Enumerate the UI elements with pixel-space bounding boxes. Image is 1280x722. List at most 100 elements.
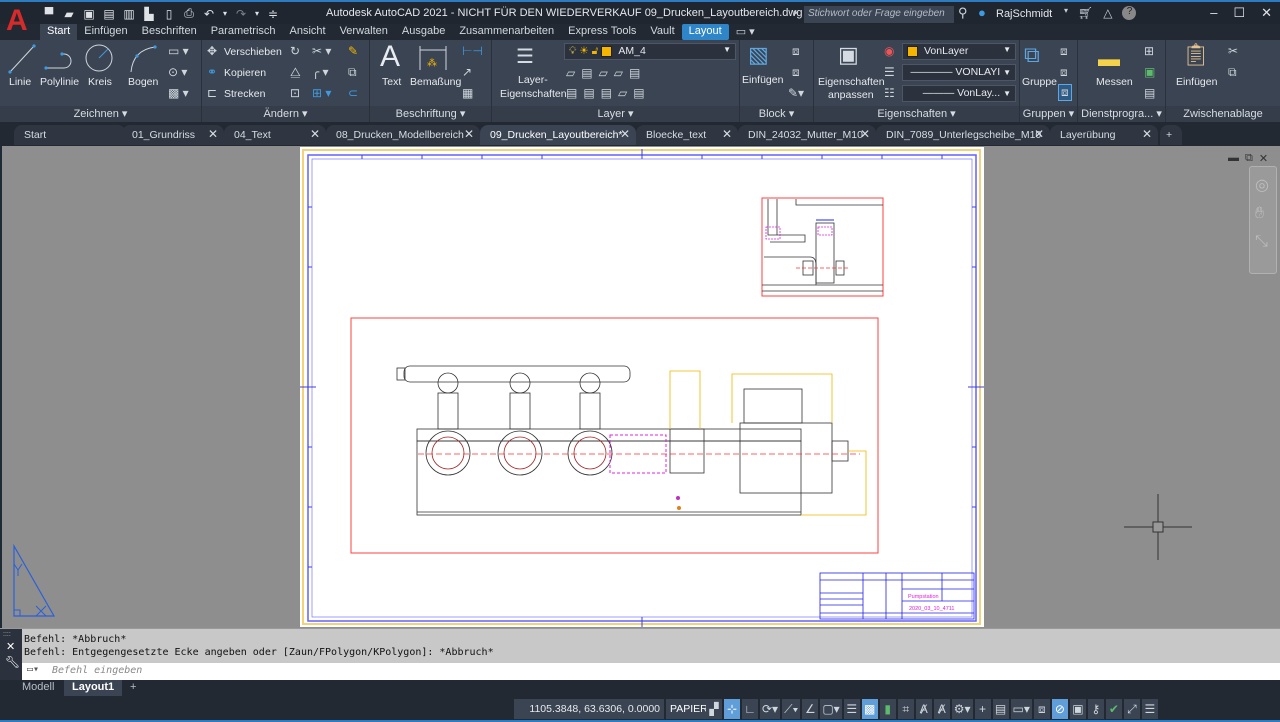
object-snap-icon[interactable]: ▢▾ — [820, 699, 842, 719]
doc-tab[interactable]: 04_Text ✕ — [224, 125, 326, 145]
save-icon[interactable]: ▤ — [102, 7, 116, 21]
select-all-icon[interactable]: ▣ — [1144, 65, 1155, 79]
doc-tab[interactable]: Bloecke_text ✕ — [636, 125, 738, 145]
space-toggle[interactable]: PAPIER — [666, 699, 712, 719]
units-icon[interactable]: ▣ — [1069, 699, 1086, 719]
selection-cycling-icon[interactable]: ▮ — [879, 699, 896, 719]
layer-dropdown[interactable]: 💡︎ ☀ 🔓︎ AM_4 ▼ — [564, 43, 736, 60]
panel-title-beschriftung[interactable]: Beschriftung ▾ — [370, 106, 491, 122]
hatch-icon[interactable]: ▩ ▾ — [168, 86, 189, 100]
linear-dim-icon[interactable]: ⊢⊣ — [462, 44, 483, 58]
block-einfuegen-button[interactable]: Einfügen — [742, 74, 783, 86]
object-snap-tracking-icon[interactable]: ∠ — [802, 699, 819, 719]
panel-title-dienstprogramme[interactable]: Dienstprogra... ▾ — [1078, 106, 1165, 122]
model-space-icon[interactable]: ▞ — [706, 699, 722, 719]
plot-preview-icon[interactable]: ▙ — [142, 7, 156, 21]
close-icon[interactable]: ✕ — [1261, 5, 1272, 21]
autodesk-app-icon[interactable]: △ — [1103, 6, 1112, 20]
kopieren-button[interactable]: Kopieren — [224, 67, 266, 79]
customize-qat-icon[interactable]: ≑ — [266, 7, 280, 21]
grip-icon[interactable]: :::: — [0, 629, 22, 640]
group-selection-icon[interactable]: ⧈ — [1058, 84, 1072, 101]
lock-ui-icon[interactable]: ▭▾ — [1010, 699, 1032, 719]
tab-layout1[interactable]: Layout1 — [64, 680, 123, 696]
polar-icon[interactable]: ⟳▾ — [760, 699, 781, 719]
group-edit-icon[interactable]: ⧈ — [1060, 65, 1068, 80]
snap-icon[interactable]: ⊹ — [724, 699, 740, 719]
steering-wheel-icon[interactable]: ◎ — [1255, 175, 1269, 195]
doc-tab[interactable]: 01_Grundriss ✕ — [122, 125, 224, 145]
cart-icon[interactable]: 🛒︎ — [1078, 6, 1093, 20]
offset-icon[interactable]: ⊂ — [348, 86, 358, 100]
auto-scale-icon[interactable]: Ⱥ — [933, 699, 950, 719]
close-tab-icon[interactable]: ✕ — [464, 127, 474, 141]
panel-title-block[interactable]: Block ▾ — [740, 106, 813, 122]
search-expand-icon[interactable]: ▸ — [794, 7, 799, 18]
match-properties-button[interactable]: Eigenschaften — [818, 76, 885, 88]
viewport-restore-icon[interactable]: ⧉ — [1245, 152, 1253, 165]
saveas-web-icon[interactable]: ▣ — [82, 7, 96, 21]
color-dropdown[interactable]: VonLayer ▼ — [902, 43, 1016, 60]
command-line-handle[interactable]: :::: ✕ 🔧︎ — [0, 629, 22, 681]
annotation-scale-icon[interactable]: + — [974, 699, 991, 719]
maximize-icon[interactable]: ☐ — [1233, 5, 1245, 21]
rotate-icon[interactable]: ↻ — [290, 44, 300, 58]
clean-screen-check-icon[interactable]: ✔ — [1105, 699, 1122, 719]
redo-icon[interactable]: ↷ — [234, 7, 248, 21]
trim-icon[interactable]: ✂ ▾ — [312, 44, 331, 58]
doc-tab[interactable]: DIN_7089_Unterlegscheibe_M10 ✕ — [876, 125, 1050, 145]
doc-tab[interactable]: DIN_24032_Mutter_M10 ✕ — [738, 125, 876, 145]
print-icon[interactable]: ⎙ — [182, 6, 196, 21]
tab-start[interactable]: Start — [40, 24, 78, 40]
new-tab-button[interactable]: + — [1160, 125, 1182, 145]
linie-button[interactable]: Linie — [9, 76, 31, 88]
ortho-icon[interactable]: ∟ — [742, 699, 758, 719]
copy-clip-icon[interactable]: ⧉ — [1228, 65, 1237, 80]
pan-hand-icon[interactable]: ✋︎ — [1255, 205, 1264, 223]
recent-commands-icon[interactable]: ▭▾ — [27, 664, 39, 675]
tab-express-tools[interactable]: Express Tools — [561, 24, 643, 40]
new-icon[interactable]: ▀ — [42, 7, 56, 21]
scale-icon[interactable]: ⊡ — [290, 86, 300, 100]
messen-button[interactable]: Messen — [1096, 76, 1133, 88]
annotation-visibility-icon[interactable]: Ⱥ — [915, 699, 932, 719]
cut-icon[interactable]: ✂ — [1228, 44, 1238, 58]
minimize-icon[interactable]: ‒ — [1210, 5, 1217, 21]
redo-dropdown-icon[interactable]: ▾ — [254, 9, 260, 18]
autocad-logo[interactable]: A — [6, 6, 32, 36]
zoom-extents-icon[interactable]: ⤡ — [1255, 233, 1268, 251]
tab-ausgabe[interactable]: Ausgabe — [395, 24, 452, 40]
doc-tab[interactable]: Layerübung ✕ — [1050, 125, 1158, 145]
attribute-icon[interactable]: ✎▾ — [788, 86, 804, 100]
close-tab-icon[interactable]: ✕ — [620, 127, 630, 141]
verschieben-button[interactable]: Verschieben — [224, 46, 282, 58]
mirror-icon[interactable]: ⧋ — [290, 65, 301, 80]
doc-tab-active[interactable]: 09_Drucken_Layoutbereich* ✕ — [480, 125, 636, 145]
table-icon[interactable]: ▦ — [462, 86, 473, 100]
layer-tools-row1[interactable]: ▱▤▱▱▤ — [566, 66, 646, 80]
saveas-icon[interactable]: ▥ — [122, 7, 136, 21]
user-icon[interactable]: ● — [978, 5, 986, 20]
coordinates-readout[interactable]: 1105.3848, 63.6306, 0.0000 — [514, 699, 664, 719]
text-button[interactable]: Text — [382, 76, 401, 88]
tab-verwalten[interactable]: Verwalten — [333, 24, 395, 40]
panel-title-gruppen[interactable]: Gruppen ▾ — [1020, 106, 1077, 122]
undo-icon[interactable]: ↶ — [202, 7, 216, 21]
search-input[interactable]: Stichwort oder Frage eingeben — [804, 6, 954, 23]
tab-modell[interactable]: Modell — [14, 680, 62, 696]
ungroup-icon[interactable]: ⧈ — [1060, 44, 1068, 59]
undo-dropdown-icon[interactable]: ▾ — [222, 9, 228, 18]
tab-einfuegen[interactable]: Einfügen — [77, 24, 134, 40]
quick-properties-icon[interactable]: ▤ — [992, 699, 1009, 719]
tab-ansicht[interactable]: Ansicht — [283, 24, 333, 40]
linetype-dropdown[interactable]: ――― VonLay... ▼ — [902, 85, 1016, 102]
username[interactable]: RajSchmidt — [996, 8, 1052, 20]
strecken-button[interactable]: Strecken — [224, 88, 265, 100]
annotation-monitor-icon[interactable]: ⌗ — [897, 699, 914, 719]
viewport-minimize-icon[interactable]: ▬ — [1228, 152, 1239, 165]
close-tab-icon[interactable]: ✕ — [860, 127, 870, 141]
explode-icon[interactable]: ⧉ — [348, 65, 357, 80]
isolate-objects-icon[interactable]: ⧈ — [1033, 699, 1050, 719]
close-tab-icon[interactable]: ✕ — [722, 127, 732, 141]
open-icon[interactable]: ▰ — [62, 7, 76, 21]
